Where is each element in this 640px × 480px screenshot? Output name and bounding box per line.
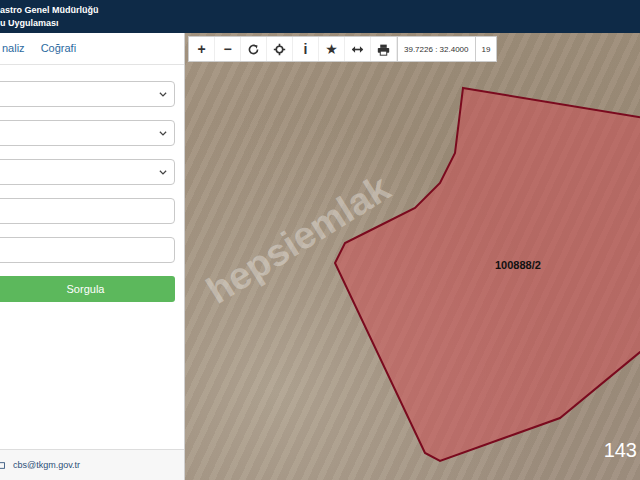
toolbar-button[interactable]: + (189, 37, 215, 61)
chevron-down-icon (158, 128, 168, 138)
toolbar-glyph: − (223, 41, 231, 57)
text-input[interactable] (0, 237, 175, 263)
crosshair-icon (273, 43, 286, 56)
toolbar-glyph: ★ (325, 41, 338, 57)
chevron-down-icon (158, 167, 168, 177)
select-field[interactable] (0, 159, 175, 185)
zoom-level: 19 (475, 37, 497, 61)
footer-email[interactable]: cbs@tkgm.gov.tr (13, 460, 80, 470)
toolbar-button[interactable] (345, 37, 371, 61)
query-button[interactable]: Sorgula (0, 276, 175, 302)
map-toolbar: + − i ★ 39.7226 : 32.400019 (188, 36, 497, 62)
footer: cbs@tkgm.gov.tr (0, 449, 184, 480)
toolbar-button[interactable]: ★ (319, 37, 345, 61)
print-icon (377, 43, 390, 56)
tab[interactable]: naliz (2, 42, 25, 54)
measure-arrows-icon (351, 43, 364, 56)
toolbar-button[interactable] (267, 37, 293, 61)
text-input[interactable] (0, 198, 175, 224)
toolbar-glyph: + (197, 41, 205, 57)
header-subtitle: u Uygulaması (0, 18, 640, 29)
header-title: astro Genel Müdürlüğü (0, 5, 640, 16)
toolbar-button[interactable]: − (215, 37, 241, 61)
select-field[interactable] (0, 81, 175, 107)
toolbar-button[interactable]: i (293, 37, 319, 61)
toolbar-button[interactable] (241, 37, 267, 61)
toolbar-button[interactable] (371, 37, 397, 61)
tab[interactable]: Coğrafi (41, 42, 76, 54)
query-form: Sorgula (0, 65, 184, 302)
query-panel: naliz Coğrafi Sorgula cbs@tkgm.gov.tr (0, 33, 185, 480)
parcel-label: 100888/2 (495, 259, 541, 271)
refresh-icon (247, 43, 260, 56)
app-header: astro Genel Müdürlüğü u Uygulaması (0, 0, 640, 33)
map-view[interactable]: hepsiemlak100888/2143+−i★39.7226 : 32.40… (185, 33, 640, 480)
chevron-down-icon (158, 89, 168, 99)
coordinate-display: 39.7226 : 32.4000 (397, 37, 475, 61)
select-field[interactable] (0, 120, 175, 146)
toolbar-glyph: i (304, 41, 308, 57)
scale-text: 143 (604, 439, 637, 462)
envelope-icon (0, 461, 9, 470)
tab-bar: naliz Coğrafi (0, 33, 184, 65)
main-area: nalizCoğrafiSorgulacbs@tkgm.gov.trhepsie… (0, 33, 640, 480)
